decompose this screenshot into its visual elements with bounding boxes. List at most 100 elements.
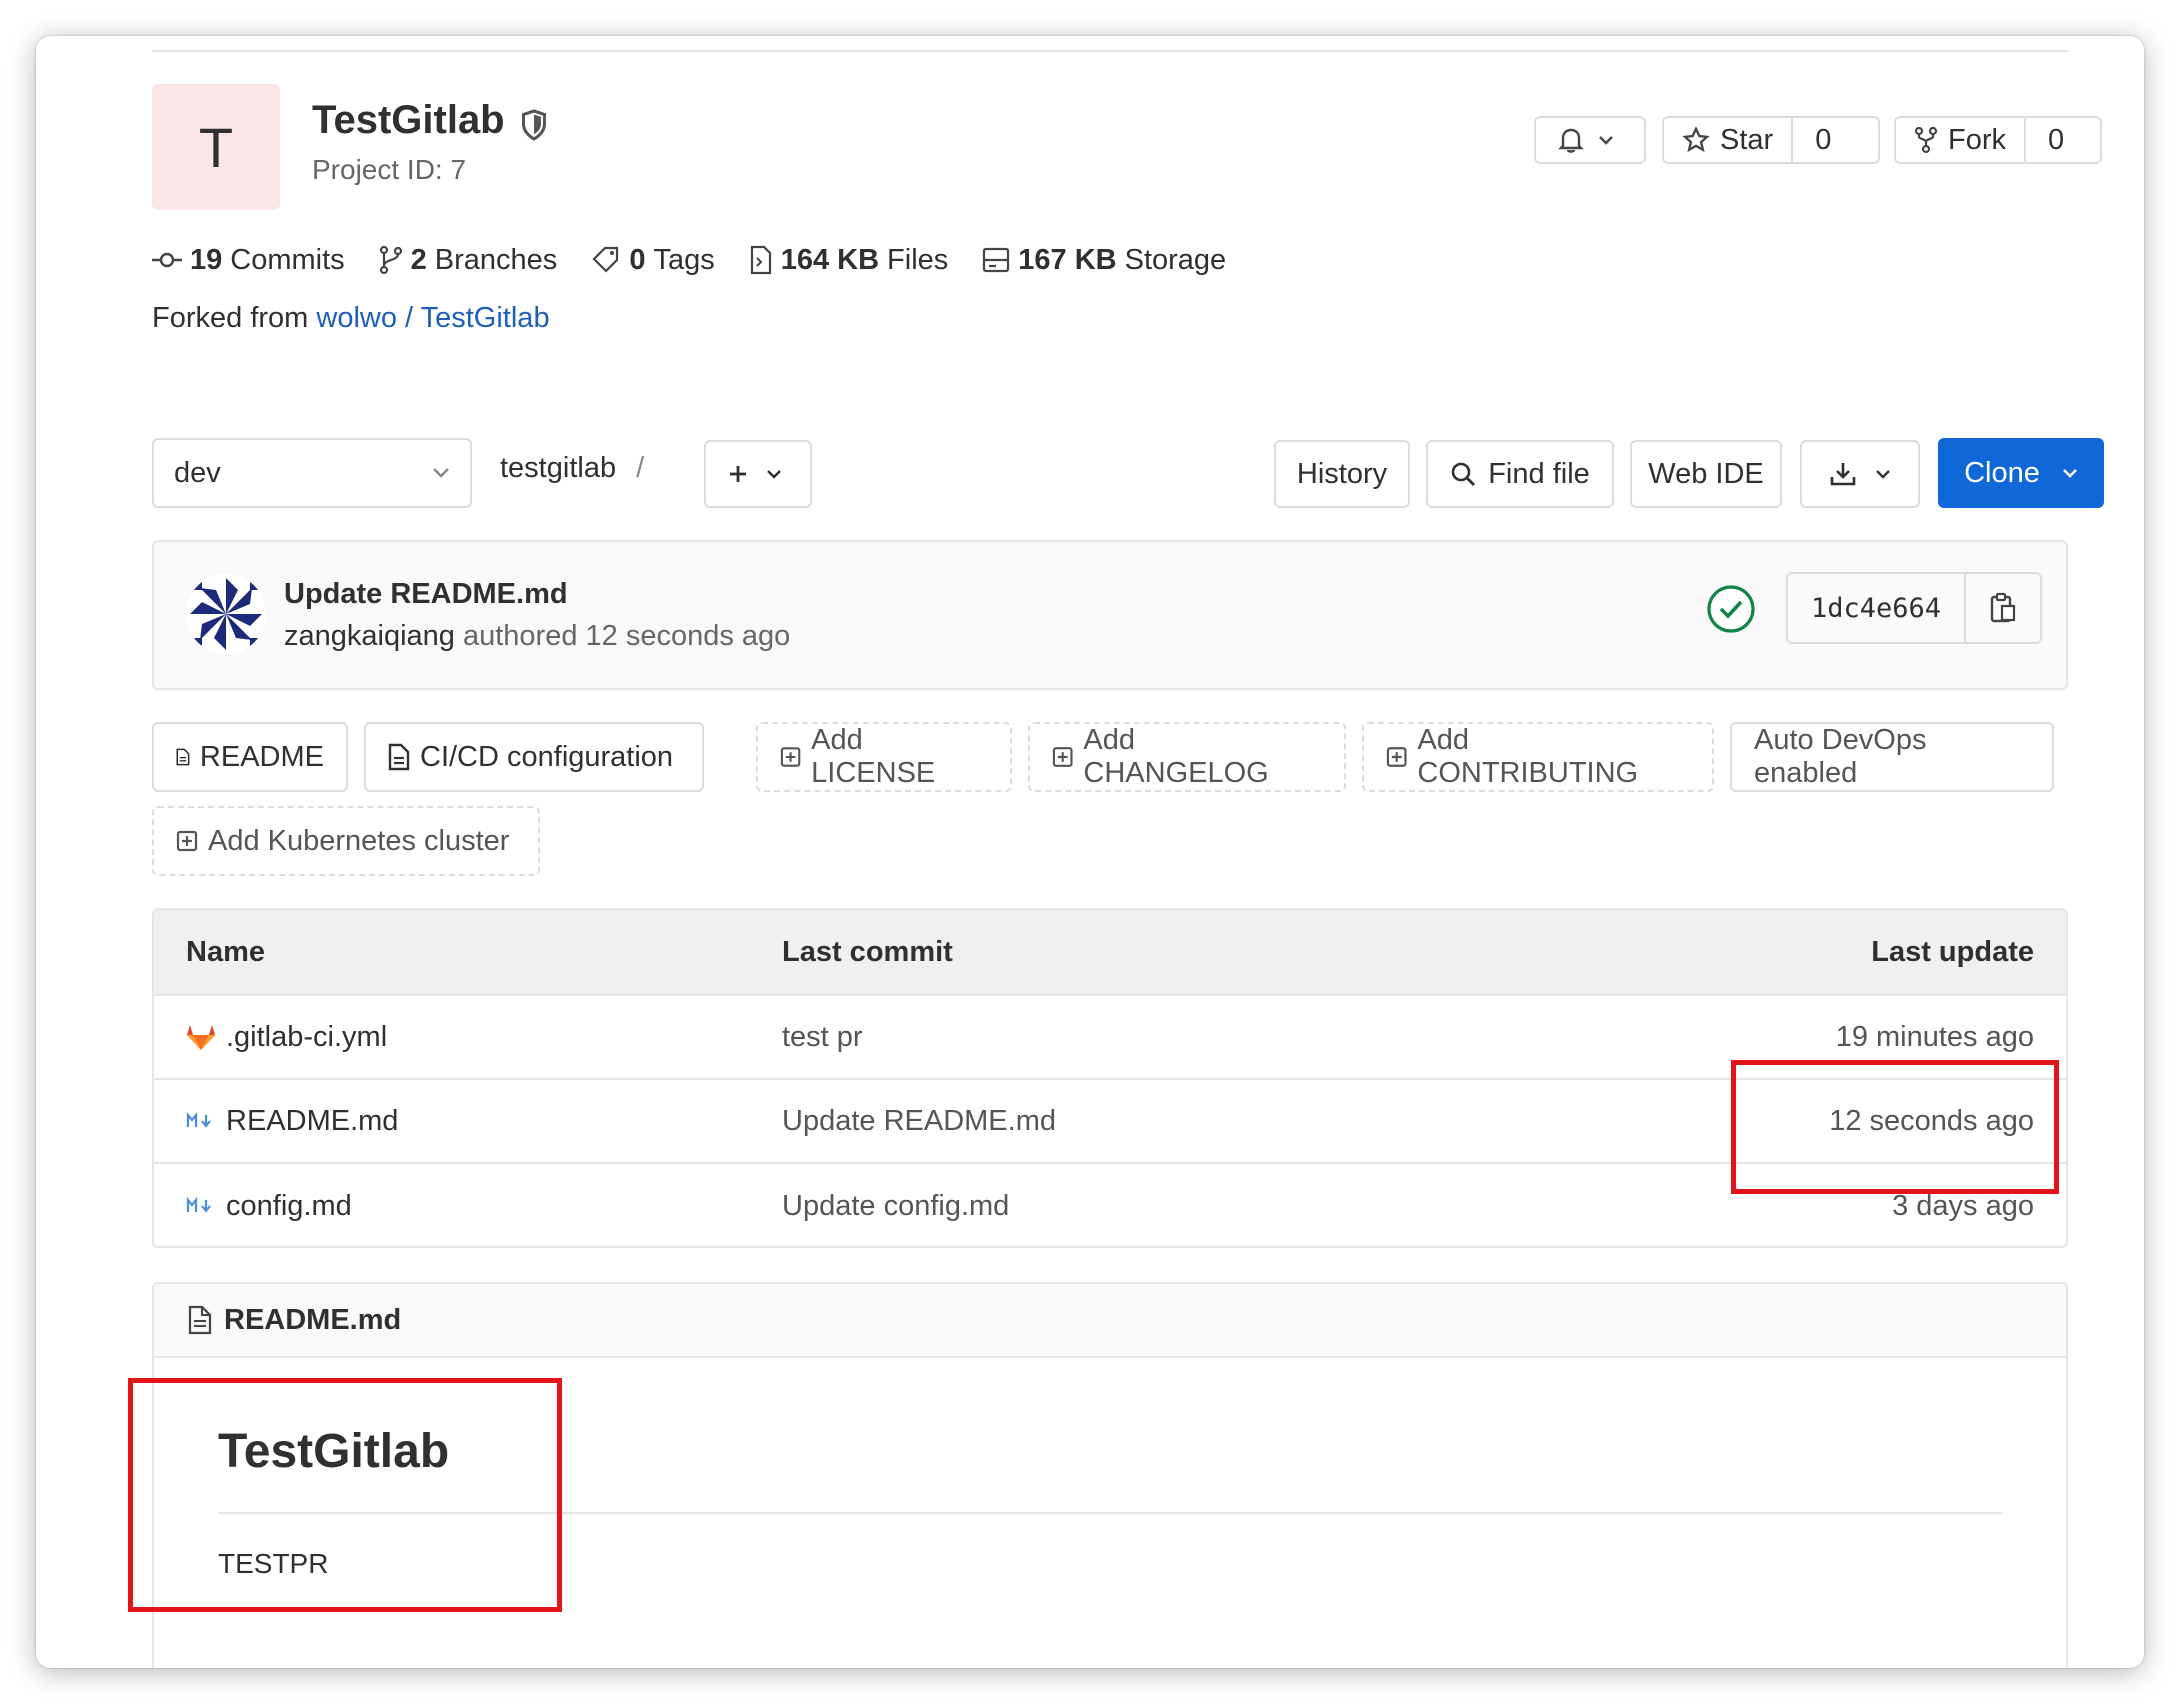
chevron-down-icon <box>1876 470 1890 479</box>
annotation-highlight-readme <box>128 1378 562 1612</box>
star-button[interactable]: Star <box>1664 118 1791 162</box>
commit-author[interactable]: zangkaiqiang <box>284 620 455 652</box>
branches-stat[interactable]: 2 Branches <box>379 243 558 277</box>
plus-square-icon <box>176 830 198 852</box>
forked-from: Forked from wolwo / TestGitlab <box>152 302 550 335</box>
readme-link[interactable]: README <box>152 722 348 792</box>
files-stat[interactable]: 164 KB Files <box>749 243 949 277</box>
file-last-commit[interactable]: Update config.md <box>782 1164 1009 1246</box>
project-stats: 19 Commits 2 Branches 0 Tags 164 KB File… <box>152 240 1260 280</box>
fork-icon <box>1914 126 1938 154</box>
forked-from-link[interactable]: wolwo / TestGitlab <box>316 302 549 334</box>
fork-label: Fork <box>1948 123 2006 156</box>
author-avatar[interactable] <box>186 574 266 654</box>
find-file-label: Find file <box>1488 457 1590 490</box>
add-to-tree-dropdown[interactable] <box>704 440 812 508</box>
annotation-highlight-update-time <box>1731 1060 2059 1194</box>
fork-button-group: Fork 0 <box>1894 116 2102 164</box>
forked-from-label: Forked from <box>152 302 309 334</box>
download-dropdown[interactable] <box>1800 440 1920 508</box>
commit-authored-time: authored 12 seconds ago <box>462 620 791 652</box>
last-commit-panel: Update README.md zangkaiqiang authored 1… <box>152 540 2068 690</box>
branches-label: Branches <box>434 243 558 276</box>
breadcrumb: testgitlab / <box>500 452 644 485</box>
clipboard-icon <box>1990 592 2016 623</box>
files-label: Files <box>887 243 949 276</box>
shield-icon <box>521 109 547 141</box>
file-name[interactable]: README.md <box>226 1105 398 1138</box>
plus-square-icon <box>780 747 801 767</box>
project-id: Project ID: 7 <box>312 154 467 185</box>
file-last-commit[interactable]: Update README.md <box>782 1080 1056 1162</box>
pipeline-passed-icon[interactable] <box>1706 584 1756 634</box>
commits-count: 19 <box>190 243 223 276</box>
storage-size: 167 KB <box>1018 243 1117 276</box>
name-column-header: Name <box>186 935 265 968</box>
file-icon <box>750 245 771 275</box>
readme-link-label: README <box>199 740 324 773</box>
last-update-column-header: Last update <box>1871 935 2034 968</box>
history-button[interactable]: History <box>1274 440 1410 508</box>
find-file-button[interactable]: Find file <box>1426 440 1614 508</box>
add-contributing-button[interactable]: Add CONTRIBUTING <box>1362 722 1714 792</box>
file-text-icon <box>188 1305 212 1335</box>
star-label: Star <box>1720 123 1774 156</box>
cicd-config-label: CI/CD configuration <box>420 740 674 773</box>
branch-name: dev <box>174 456 221 489</box>
notifications-dropdown[interactable] <box>1534 116 1646 164</box>
table-header: Name Last commit Last update <box>154 910 2066 996</box>
commit-meta: zangkaiqiang authored 12 seconds ago <box>284 620 790 653</box>
file-name[interactable]: config.md <box>226 1190 352 1223</box>
download-icon <box>1830 463 1856 486</box>
markdown-icon <box>186 1112 211 1128</box>
commit-sha[interactable]: 1dc4e664 <box>1788 574 1966 642</box>
tags-stat[interactable]: 0 Tags <box>591 243 715 277</box>
storage-icon <box>983 247 1010 273</box>
star-count[interactable]: 0 <box>1791 118 1853 162</box>
commits-stat[interactable]: 19 Commits <box>152 244 345 277</box>
add-license-button[interactable]: Add LICENSE <box>756 722 1012 792</box>
tags-label: Tags <box>653 243 715 276</box>
add-kubernetes-cluster-button[interactable]: Add Kubernetes cluster <box>152 806 540 876</box>
gitlab-icon <box>187 1025 215 1050</box>
markdown-icon <box>186 1197 211 1213</box>
clone-button[interactable]: Clone <box>1938 438 2104 508</box>
auto-devops-link[interactable]: Auto DevOps enabled <box>1730 722 2054 792</box>
project-avatar[interactable]: T <box>152 84 280 210</box>
branch-selector[interactable]: dev <box>152 438 472 508</box>
add-license-label: Add LICENSE <box>811 724 936 789</box>
browser-window: T TestGitlab Project ID: 7 Star 0 Fork 0… <box>36 36 2144 1668</box>
add-kubernetes-label: Add Kubernetes cluster <box>208 824 510 857</box>
search-icon <box>1451 462 1476 486</box>
plus-icon <box>730 466 746 482</box>
storage-label: Storage <box>1124 243 1227 276</box>
commit-icon <box>152 252 182 268</box>
breadcrumb-path[interactable]: testgitlab <box>500 452 616 484</box>
top-divider <box>152 50 2068 52</box>
star-icon <box>1682 126 1710 153</box>
add-changelog-label: Add CHANGELOG <box>1083 724 1269 789</box>
fork-button[interactable]: Fork <box>1896 118 2024 162</box>
commit-title[interactable]: Update README.md <box>284 578 568 611</box>
last-commit-column-header: Last commit <box>782 935 953 968</box>
clone-label: Clone <box>1964 456 2040 489</box>
fork-count[interactable]: 0 <box>2024 118 2086 162</box>
add-changelog-button[interactable]: Add CHANGELOG <box>1028 722 1346 792</box>
star-button-group: Star 0 <box>1662 116 1880 164</box>
readme-filename[interactable]: README.md <box>224 1304 401 1337</box>
tag-icon <box>592 246 619 273</box>
copy-sha-button[interactable] <box>1966 574 2040 642</box>
plus-square-icon <box>1052 747 1073 767</box>
branch-icon <box>379 245 402 275</box>
web-ide-button[interactable]: Web IDE <box>1630 440 1782 508</box>
cicd-config-link[interactable]: CI/CD configuration <box>364 722 704 792</box>
storage-stat[interactable]: 167 KB Storage <box>982 244 1226 277</box>
file-name[interactable]: .gitlab-ci.yml <box>226 1021 387 1054</box>
file-icon <box>388 743 410 771</box>
file-last-commit[interactable]: test pr <box>782 996 863 1078</box>
add-contributing-label: Add CONTRIBUTING <box>1417 724 1639 789</box>
commit-sha-group: 1dc4e664 <box>1786 572 2042 644</box>
files-size: 164 KB <box>780 243 880 276</box>
readme-header: README.md <box>154 1284 2066 1358</box>
project-title[interactable]: TestGitlab <box>312 98 505 143</box>
